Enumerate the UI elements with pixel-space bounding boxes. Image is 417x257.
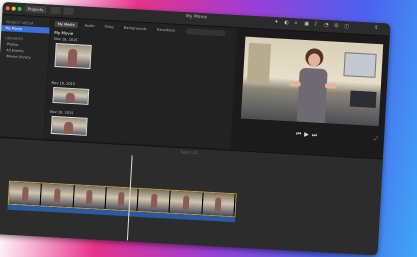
sidebar-item-imovie-library[interactable]: iMovie Library: [6, 54, 48, 60]
tab-transitions[interactable]: Transitions: [153, 26, 178, 33]
timeline: Total 1:12: [0, 136, 383, 256]
volume-icon[interactable]: ♪: [314, 21, 318, 27]
media-clip[interactable]: [52, 86, 90, 105]
speed-icon[interactable]: ◔: [324, 22, 329, 28]
timeline-frame[interactable]: [137, 188, 172, 213]
enhance-icon[interactable]: ✦: [274, 19, 279, 25]
info-icon[interactable]: ⓘ: [344, 23, 349, 30]
sidebar-item-my-movie[interactable]: My Movie: [1, 24, 50, 34]
fullscreen-icon[interactable]: ⤢: [374, 136, 378, 142]
timeline-frame[interactable]: [40, 183, 75, 208]
timeline-frame[interactable]: [169, 190, 204, 215]
viewer: ⏮▶⏭ ⤢: [231, 28, 390, 158]
search-input[interactable]: [185, 28, 226, 37]
tab-backgrounds[interactable]: Backgrounds: [121, 25, 150, 33]
tab-titles[interactable]: Titles: [101, 24, 117, 31]
tab-audio[interactable]: Audio: [81, 22, 97, 29]
event-header: Nov 16, 2015: [51, 80, 76, 87]
event-header: Nov 16, 2015: [49, 109, 74, 116]
timeline-frame[interactable]: [105, 187, 139, 211]
tab-my-media[interactable]: My Media: [54, 20, 78, 29]
background-poster: [343, 52, 377, 78]
project-title: My Movie: [54, 29, 74, 36]
color-icon[interactable]: ◐: [284, 20, 289, 26]
media-clip[interactable]: [50, 115, 88, 136]
media-clip[interactable]: [54, 43, 92, 69]
timeline-frame[interactable]: [202, 192, 236, 217]
stabilize-icon[interactable]: ▣: [304, 21, 309, 27]
background-monitor: [349, 90, 377, 108]
media-browser: My Media Audio Titles Backgrounds Transi…: [44, 17, 237, 149]
video-preview[interactable]: [240, 36, 384, 127]
share-icon[interactable]: ⇪: [374, 25, 379, 31]
imovie-window: Projects My Movie ✦ ◐ ⌗ ▣ ♪ ◔ ◎ ⓘ ⇪ PROJ…: [0, 2, 391, 256]
timeline-frame[interactable]: [8, 181, 43, 206]
playback-controls: ⏮▶⏭: [232, 127, 384, 143]
crop-icon[interactable]: ⌗: [294, 20, 297, 26]
timeline-frame[interactable]: [73, 185, 107, 210]
background-door: [246, 42, 272, 84]
filter-icon[interactable]: ◎: [334, 23, 339, 29]
sidebar: PROJECT MEDIA My Movie LIBRARIES Photos …: [0, 14, 51, 139]
event-header: Nov 16, 2015: [53, 36, 78, 43]
person-figure: [288, 47, 337, 124]
skip-forward-icon[interactable]: ⏭: [312, 131, 321, 138]
